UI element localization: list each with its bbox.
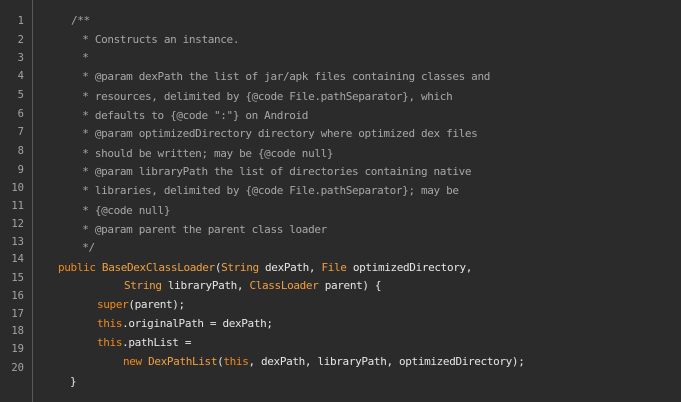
line-number: 13: [11, 236, 24, 248]
code-line: * @param dexPath the list of jar/apk fil…: [76, 71, 490, 83]
code-token-plain: optimizedDirectory,: [346, 261, 473, 274]
code-line: String libraryPath, ClassLoader parent) …: [124, 279, 382, 292]
code-token-keyword: super: [97, 298, 129, 311]
line-number-gutter: 1 2 3 4 5 6 7 8 9 10 11 12 13 14 15 16 17 18 19 20: [0, 0, 33, 402]
code-token-type: File: [321, 261, 347, 274]
line-number: 6: [17, 108, 24, 120]
code-token-keyword: new: [123, 355, 149, 368]
line-number: 16: [11, 290, 24, 302]
code-line: * defaults to {@code ":"} on Android: [76, 110, 308, 122]
code-token-type: ClassLoader: [249, 279, 319, 292]
code-line: * Constructs an instance.: [76, 34, 239, 46]
code-token-comment: * defaults to {@code ":"} on Android: [76, 109, 309, 122]
code-token-keyword: this: [223, 355, 249, 368]
code-line: }: [70, 375, 77, 388]
code-token-comment: *: [76, 51, 89, 64]
code-token-comment: * Constructs an instance.: [76, 33, 240, 46]
code-token-plain: .pathList =: [122, 336, 192, 349]
code-token-comment: * libraries, delimited by {@code File.pa…: [76, 184, 459, 197]
code-token-comment: * @param libraryPath the list of directo…: [76, 165, 472, 178]
line-number: 11: [11, 200, 24, 212]
code-token-plain: dexPath,: [258, 261, 322, 274]
code-token-comment: * {@code null}: [76, 204, 171, 217]
code-token-plain: parent) {: [318, 279, 382, 292]
code-token-comment: /**: [71, 14, 90, 27]
code-token-type: DexPathList: [148, 355, 218, 368]
code-token-keyword: this: [97, 336, 123, 349]
code-token-type: String: [221, 261, 259, 274]
code-line: * should be written; may be {@code null}: [76, 148, 333, 160]
line-number: 17: [11, 308, 24, 320]
code-line: this.originalPath = dexPath;: [97, 318, 273, 330]
code-token-comment: * @param dexPath the list of jar/apk fil…: [76, 70, 490, 83]
code-line: super(parent);: [97, 299, 185, 311]
code-editor: 1 2 3 4 5 6 7 8 9 10 11 12 13 14 15 16 17 18 19 20 /** * Co…: [0, 0, 681, 402]
line-number: 12: [11, 218, 24, 230]
code-line: * @param libraryPath the list of directo…: [76, 166, 471, 178]
code-token-plain: (parent);: [128, 298, 185, 311]
code-line: new DexPathList(this, dexPath, libraryPa…: [123, 355, 525, 368]
code-token-keyword: this: [97, 317, 123, 330]
code-line: this.pathList =: [97, 337, 191, 349]
code-line: * @param optimizedDirectory directory wh…: [76, 127, 478, 140]
line-number: 14: [11, 253, 24, 265]
line-number: 3: [17, 52, 24, 64]
line-number: 5: [17, 89, 24, 101]
code-line: *: [76, 52, 89, 64]
code-line: * libraries, delimited by {@code File.pa…: [76, 185, 459, 197]
code-token-type: String: [124, 279, 162, 292]
code-token-type: BaseDexClassLoader: [101, 261, 215, 274]
line-number: 19: [11, 343, 24, 355]
code-token-plain: .originalPath = dexPath;: [122, 317, 273, 330]
line-number: 15: [11, 272, 24, 284]
code-line: * @param parent the parent class loader: [76, 224, 327, 236]
code-line: public BaseDexClassLoader(String dexPath…: [58, 262, 472, 274]
code-line: * resources, delimited by {@code File.pa…: [76, 91, 452, 103]
code-token-plain: }: [70, 375, 77, 388]
code-line: /**: [71, 15, 90, 27]
line-number: 7: [17, 126, 24, 138]
code-token-comment: * resources, delimited by {@code File.pa…: [76, 90, 453, 103]
code-token-comment: * should be written; may be {@code null}: [76, 147, 334, 160]
code-token-comment: * @param parent the parent class loader: [76, 223, 327, 236]
line-number: 9: [17, 164, 24, 176]
line-number: 2: [17, 34, 24, 46]
code-token-keyword: public: [58, 261, 102, 274]
line-number: 10: [11, 182, 24, 194]
code-line: * {@code null}: [76, 205, 170, 217]
code-token-plain: libraryPath,: [161, 279, 250, 292]
code-line: */: [76, 242, 95, 254]
line-number: 18: [11, 325, 24, 337]
code-token-comment: */: [76, 241, 95, 254]
code-token-comment: * @param optimizedDirectory directory wh…: [76, 127, 478, 140]
code-token-plain: , dexPath, libraryPath, optimizedDirecto…: [248, 355, 525, 368]
line-number: 20: [11, 362, 24, 374]
line-number: 8: [17, 145, 24, 157]
line-number: 1: [17, 15, 24, 27]
line-number: 4: [17, 70, 24, 82]
